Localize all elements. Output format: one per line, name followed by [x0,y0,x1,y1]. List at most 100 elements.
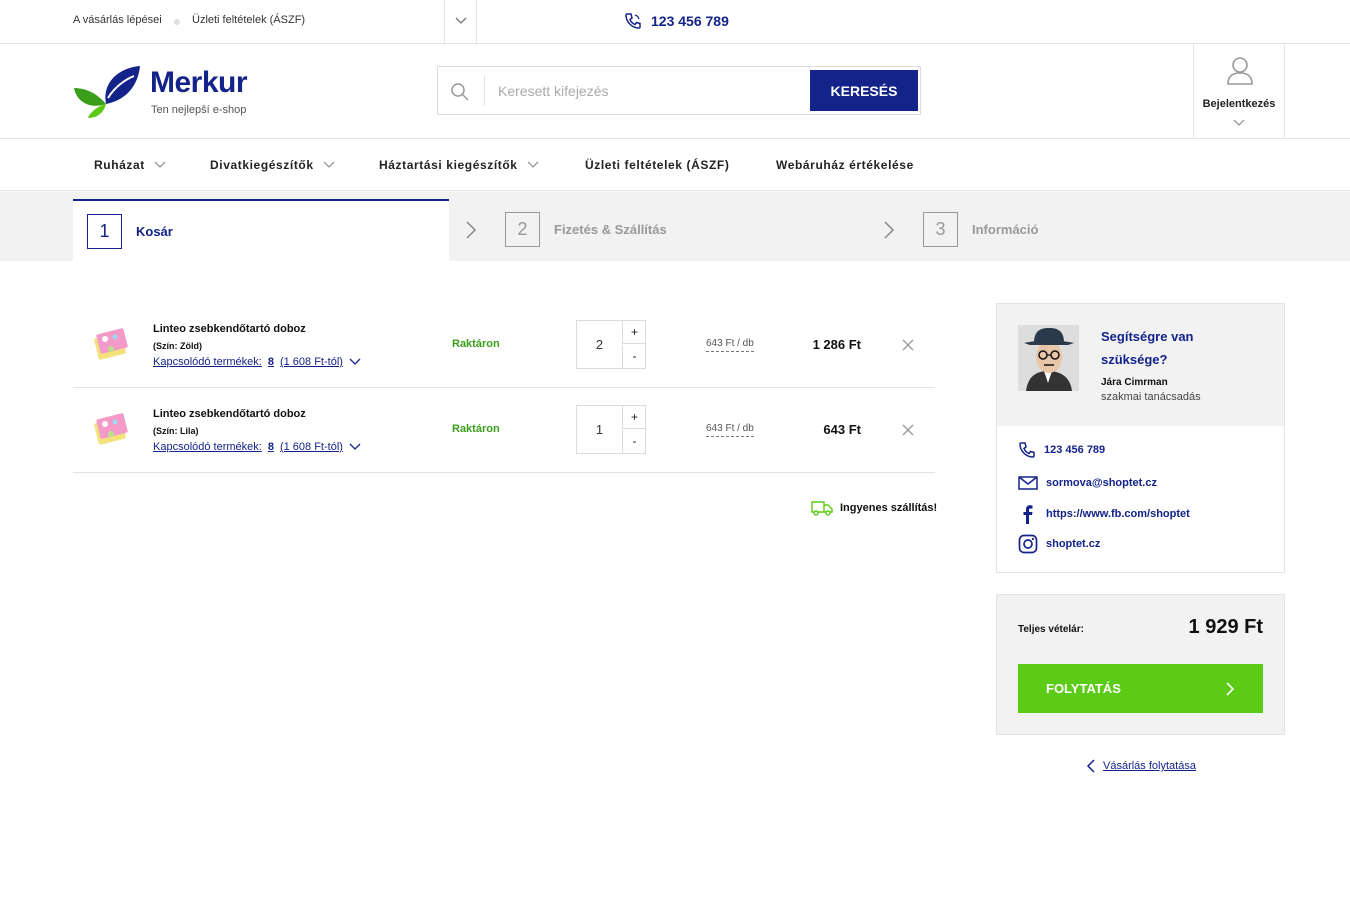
help-facebook-text: https://www.fb.com/shoptet [1046,508,1190,520]
site-header: Merkur Ten nejlepší e-shop KERESÉS Bejel… [0,44,1350,139]
step-number: 3 [923,212,958,247]
login-button[interactable]: Bejelentkezés [1193,44,1285,139]
help-box: Segítségre van szüksége? Jára Cimrman sz… [996,303,1285,573]
continue-button-label: FOLYTATÁS [1046,681,1121,696]
checkout-steps: 1 Kosár 2 Fizetés & Szállítás 3 Informác… [0,192,1350,261]
more-links-dropdown[interactable] [444,0,477,44]
help-phone-link[interactable]: 123 456 789 [1018,441,1105,459]
phone-icon [625,13,641,29]
total-value: 1 929 Ft [1188,616,1263,638]
cart-item: Linteo zsebkendőtartó doboz (Szín: Zöld)… [73,303,935,388]
chevron-down-icon [349,443,361,450]
help-box-header: Segítségre van szüksége? Jára Cimrman sz… [997,304,1284,426]
product-variant: (Szín: Zöld) [153,341,202,351]
nav-item-fashion-accessories[interactable]: Divatkiegészítők [210,158,335,172]
mail-icon [1018,476,1038,490]
search-divider [484,75,485,106]
nav-item-label: Webáruház értékelése [776,158,914,172]
related-prefix: Kapcsolódó termékek: [153,441,262,453]
help-instagram-link[interactable]: shoptet.cz [1018,534,1100,554]
stock-status: Raktáron [452,423,500,435]
quantity-increase-button[interactable]: + [622,321,646,344]
terms-link[interactable]: Üzleti feltételek (ÁSZF) [192,14,305,26]
help-facebook-link[interactable]: https://www.fb.com/shoptet [1018,504,1190,524]
product-thumbnail[interactable] [93,410,129,450]
top-bar: A vásárlás lépései Üzleti feltételek (ÁS… [0,0,1350,44]
chevron-right-icon [466,221,477,239]
related-count: 8 [267,356,274,368]
product-name[interactable]: Linteo zsebkendőtartó doboz [153,323,306,335]
chevron-down-icon [349,358,361,365]
cart-item: Linteo zsebkendőtartó doboz (Szín: Lila)… [73,388,935,473]
logo-tagline: Ten nejlepší e-shop [151,104,247,116]
search-button[interactable]: KERESÉS [810,70,918,111]
related-products-link[interactable]: Kapcsolódó termékek: 8 (1 608 Ft-tól) [153,441,361,453]
order-summary: Teljes vételár: 1 929 Ft FOLYTATÁS [996,594,1285,735]
related-price: (1 608 Ft-tól) [279,441,343,453]
instagram-icon [1018,534,1038,554]
truck-icon [811,501,833,516]
chevron-right-icon [1226,682,1235,696]
quantity-input[interactable]: 2 [577,321,622,368]
continue-shopping-text: Vásárlás folytatása [1103,760,1196,772]
butterfly-logo-icon[interactable] [72,64,142,118]
chevron-left-icon [1086,759,1095,773]
search-icon [451,83,469,101]
nav-item-reviews[interactable]: Webáruház értékelése [776,158,914,172]
nav-item-clothing[interactable]: Ruházat [94,158,166,172]
phone-icon [1019,442,1035,458]
advisor-name: Jára Cimrman [1101,377,1168,388]
remove-item-icon[interactable] [902,339,914,351]
line-total: 1 286 Ft [812,337,861,352]
free-shipping-text: Ingyenes szállítás! [840,502,938,514]
nav-item-label: Üzleti feltételek (ÁSZF) [585,158,730,172]
free-shipping-notice: Ingyenes szállítás! [811,500,937,516]
nav-item-label: Háztartási kiegészítők [379,158,518,172]
nav-item-label: Divatkiegészítők [210,158,314,172]
login-label: Bejelentkezés [1202,98,1276,110]
step-number: 1 [87,214,122,249]
continue-button[interactable]: FOLYTATÁS [1018,664,1263,713]
help-instagram-text: shoptet.cz [1046,538,1101,550]
chevron-down-icon [323,161,335,168]
chevron-right-icon [884,221,895,239]
chevron-down-icon [455,17,467,24]
main-navigation: Ruházat Divatkiegészítők Háztartási kieg… [0,139,1350,191]
unit-price: 643 Ft / db [706,423,754,437]
logo-name[interactable]: Merkur [150,66,248,100]
top-phone[interactable]: 123 456 789 [624,12,729,30]
quantity-increase-button[interactable]: + [622,406,646,429]
shopping-steps-link[interactable]: A vásárlás lépései [73,14,162,26]
quantity-stepper: 2 + - [576,320,646,369]
unit-price: 643 Ft / db [706,338,754,352]
related-count: 8 [267,441,274,453]
related-products-link[interactable]: Kapcsolódó termékek: 8 (1 608 Ft-tól) [153,356,361,368]
advisor-role: szakmai tanácsadás [1101,391,1201,403]
search-input[interactable] [486,70,806,111]
step-label: Információ [972,222,1039,237]
advisor-photo [1018,325,1079,391]
step-cart[interactable]: 1 Kosár [73,199,449,261]
total-label: Teljes vételár: [1018,624,1084,635]
search-bar: KERESÉS [437,66,921,115]
quantity-input[interactable]: 1 [577,406,622,453]
help-email-link[interactable]: sormova@shoptet.cz [1018,476,1157,490]
nav-item-terms[interactable]: Üzleti feltételek (ÁSZF) [585,158,729,172]
remove-item-icon[interactable] [902,424,914,436]
step-number: 2 [505,212,540,247]
related-price: (1 608 Ft-tól) [279,356,343,368]
product-name[interactable]: Linteo zsebkendőtartó doboz [153,408,306,420]
nav-item-household[interactable]: Háztartási kiegészítők [379,158,539,172]
chevron-down-icon [154,161,166,168]
chevron-down-icon [527,161,539,168]
stock-status: Raktáron [452,338,500,350]
product-thumbnail[interactable] [93,325,129,365]
facebook-icon [1023,505,1033,524]
continue-shopping-link[interactable]: Vásárlás folytatása [1086,759,1196,773]
quantity-decrease-button[interactable]: - [622,430,646,453]
line-total: 643 Ft [823,422,861,437]
help-phone-text: 123 456 789 [1044,444,1106,456]
user-icon [1227,57,1253,85]
separator-dot [174,19,180,25]
quantity-decrease-button[interactable]: - [622,345,646,368]
